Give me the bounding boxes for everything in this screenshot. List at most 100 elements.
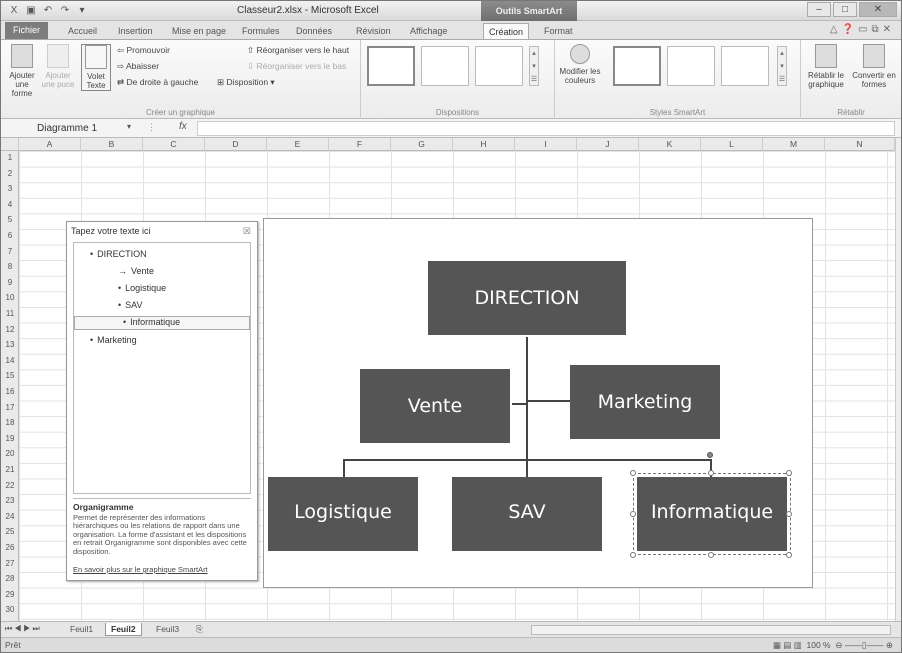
styles-gallery-scroll[interactable]: ▴ ▾ ☰ — [777, 46, 787, 86]
layouts-gallery-scroll[interactable]: ▴ ▾ ☰ — [529, 46, 539, 86]
change-colors-button[interactable]: Modifier les couleurs — [557, 44, 603, 85]
column-header[interactable]: G — [391, 138, 453, 151]
column-header[interactable]: B — [81, 138, 143, 151]
row-header[interactable]: 9 — [1, 278, 19, 287]
row-header[interactable]: 7 — [1, 247, 19, 256]
sheet-tab-feuil3[interactable]: Feuil3 — [151, 623, 184, 636]
column-header[interactable]: M — [763, 138, 825, 151]
org-box-sav[interactable]: SAV — [452, 477, 602, 551]
customize-qat-icon[interactable]: ▾ — [75, 4, 89, 17]
layout-thumbnail-1[interactable] — [367, 46, 415, 86]
layout-button[interactable]: ⊞ Disposition ▾ — [217, 77, 275, 88]
resize-handle[interactable] — [786, 552, 792, 558]
column-header[interactable]: I — [515, 138, 577, 151]
right-to-left-button[interactable]: ⇄ De droite à gauche — [117, 77, 198, 88]
column-header[interactable]: A — [19, 138, 81, 151]
row-header[interactable]: 24 — [1, 512, 19, 521]
minimize-button[interactable]: – — [807, 2, 831, 17]
move-down-button[interactable]: ⇩ Réorganiser vers le bas — [247, 61, 346, 72]
tab-format[interactable]: Format — [539, 23, 578, 39]
row-header[interactable]: 11 — [1, 309, 19, 318]
row-header[interactable]: 19 — [1, 434, 19, 443]
tab-donnees[interactable]: Données — [291, 23, 337, 39]
maximize-button[interactable]: □ — [833, 2, 857, 17]
column-header[interactable]: K — [639, 138, 701, 151]
row-header[interactable]: 14 — [1, 356, 19, 365]
column-header[interactable]: H — [453, 138, 515, 151]
column-header[interactable]: D — [205, 138, 267, 151]
row-header[interactable]: 13 — [1, 340, 19, 349]
resize-handle[interactable] — [630, 470, 636, 476]
smartart-canvas[interactable]: DIRECTION Vente Marketing Logistique SAV… — [263, 218, 813, 588]
column-header[interactable]: N — [825, 138, 895, 151]
row-header[interactable]: 10 — [1, 293, 19, 302]
reset-graphic-button[interactable]: Rétablir le graphique — [803, 44, 849, 89]
row-header[interactable]: 21 — [1, 465, 19, 474]
tab-formules[interactable]: Formules — [237, 23, 285, 39]
resize-handle[interactable] — [786, 470, 792, 476]
resize-handle[interactable] — [708, 470, 714, 476]
redo-icon[interactable]: ↷ — [58, 4, 72, 17]
org-box-marketing[interactable]: Marketing — [570, 365, 720, 439]
column-header[interactable]: J — [577, 138, 639, 151]
text-pane-close-icon[interactable]: ☒ — [243, 226, 251, 237]
style-thumbnail-2[interactable] — [667, 46, 715, 86]
row-header[interactable]: 30 — [1, 605, 19, 614]
tab-fichier[interactable]: Fichier — [5, 22, 49, 39]
tab-revision[interactable]: Révision — [351, 23, 396, 39]
zoom-controls[interactable]: ▦ ▤ ▥ 100 % ⊖ ——▯—— ⊕ — [773, 640, 893, 651]
tab-creation[interactable]: Création — [483, 23, 530, 39]
row-header[interactable]: 3 — [1, 184, 19, 193]
row-header[interactable]: 25 — [1, 527, 19, 536]
list-item[interactable]: → Vente — [118, 266, 154, 276]
select-all-corner[interactable] — [1, 138, 19, 151]
save-icon[interactable]: ▣ — [24, 4, 38, 17]
learn-more-link[interactable]: En savoir plus sur le graphique SmartArt — [73, 565, 208, 574]
list-item[interactable]: • DIRECTION — [90, 249, 147, 259]
org-box-logistique[interactable]: Logistique — [268, 477, 418, 551]
close-button[interactable]: ✕ — [859, 2, 897, 17]
resize-handle[interactable] — [630, 511, 636, 517]
promote-button[interactable]: ⇦ Promouvoir — [117, 45, 170, 56]
sheet-tab-feuil2[interactable]: Feuil2 — [105, 623, 142, 636]
insert-sheet-icon[interactable]: ⎘ — [191, 623, 208, 636]
rotate-handle[interactable] — [707, 452, 713, 458]
name-box-dropdown-icon[interactable]: ▾ — [127, 122, 131, 131]
column-header[interactable]: F — [329, 138, 391, 151]
move-up-button[interactable]: ⇧ Réorganiser vers le haut — [247, 45, 349, 56]
resize-handle[interactable] — [708, 552, 714, 558]
excel-logo-icon[interactable]: X — [7, 4, 21, 17]
horizontal-scrollbar[interactable] — [531, 625, 891, 635]
row-header[interactable]: 22 — [1, 481, 19, 490]
resize-handle[interactable] — [630, 552, 636, 558]
demote-button[interactable]: ⇨ Abaisser — [117, 61, 159, 72]
row-header[interactable]: 20 — [1, 449, 19, 458]
resize-handle[interactable] — [786, 511, 792, 517]
text-pane-button[interactable]: Volet Texte — [81, 44, 111, 91]
column-header[interactable]: L — [701, 138, 763, 151]
row-header[interactable]: 6 — [1, 231, 19, 240]
row-header[interactable]: 18 — [1, 418, 19, 427]
row-header[interactable]: 23 — [1, 496, 19, 505]
row-header[interactable]: 4 — [1, 200, 19, 209]
vertical-scrollbar[interactable] — [895, 138, 901, 621]
formula-input[interactable] — [197, 121, 895, 136]
undo-icon[interactable]: ↶ — [41, 4, 55, 17]
org-box-direction[interactable]: DIRECTION — [428, 261, 626, 335]
row-header[interactable]: 29 — [1, 590, 19, 599]
row-header[interactable]: 5 — [1, 215, 19, 224]
row-header[interactable]: 8 — [1, 262, 19, 271]
layout-thumbnail-3[interactable] — [475, 46, 523, 86]
row-header[interactable]: 2 — [1, 169, 19, 178]
list-item[interactable]: • SAV — [118, 300, 143, 310]
layout-thumbnail-2[interactable] — [421, 46, 469, 86]
list-item[interactable]: • Logistique — [118, 283, 166, 293]
tab-insertion[interactable]: Insertion — [113, 23, 158, 39]
column-header[interactable]: E — [267, 138, 329, 151]
convert-to-shapes-button[interactable]: Convertir en formes — [851, 44, 897, 89]
row-header[interactable]: 12 — [1, 325, 19, 334]
list-item[interactable]: • Marketing — [90, 335, 137, 345]
tab-affichage[interactable]: Affichage — [405, 23, 452, 39]
help-icons[interactable]: △❓▭⧉✕ — [830, 24, 895, 35]
style-thumbnail-3[interactable] — [721, 46, 769, 86]
